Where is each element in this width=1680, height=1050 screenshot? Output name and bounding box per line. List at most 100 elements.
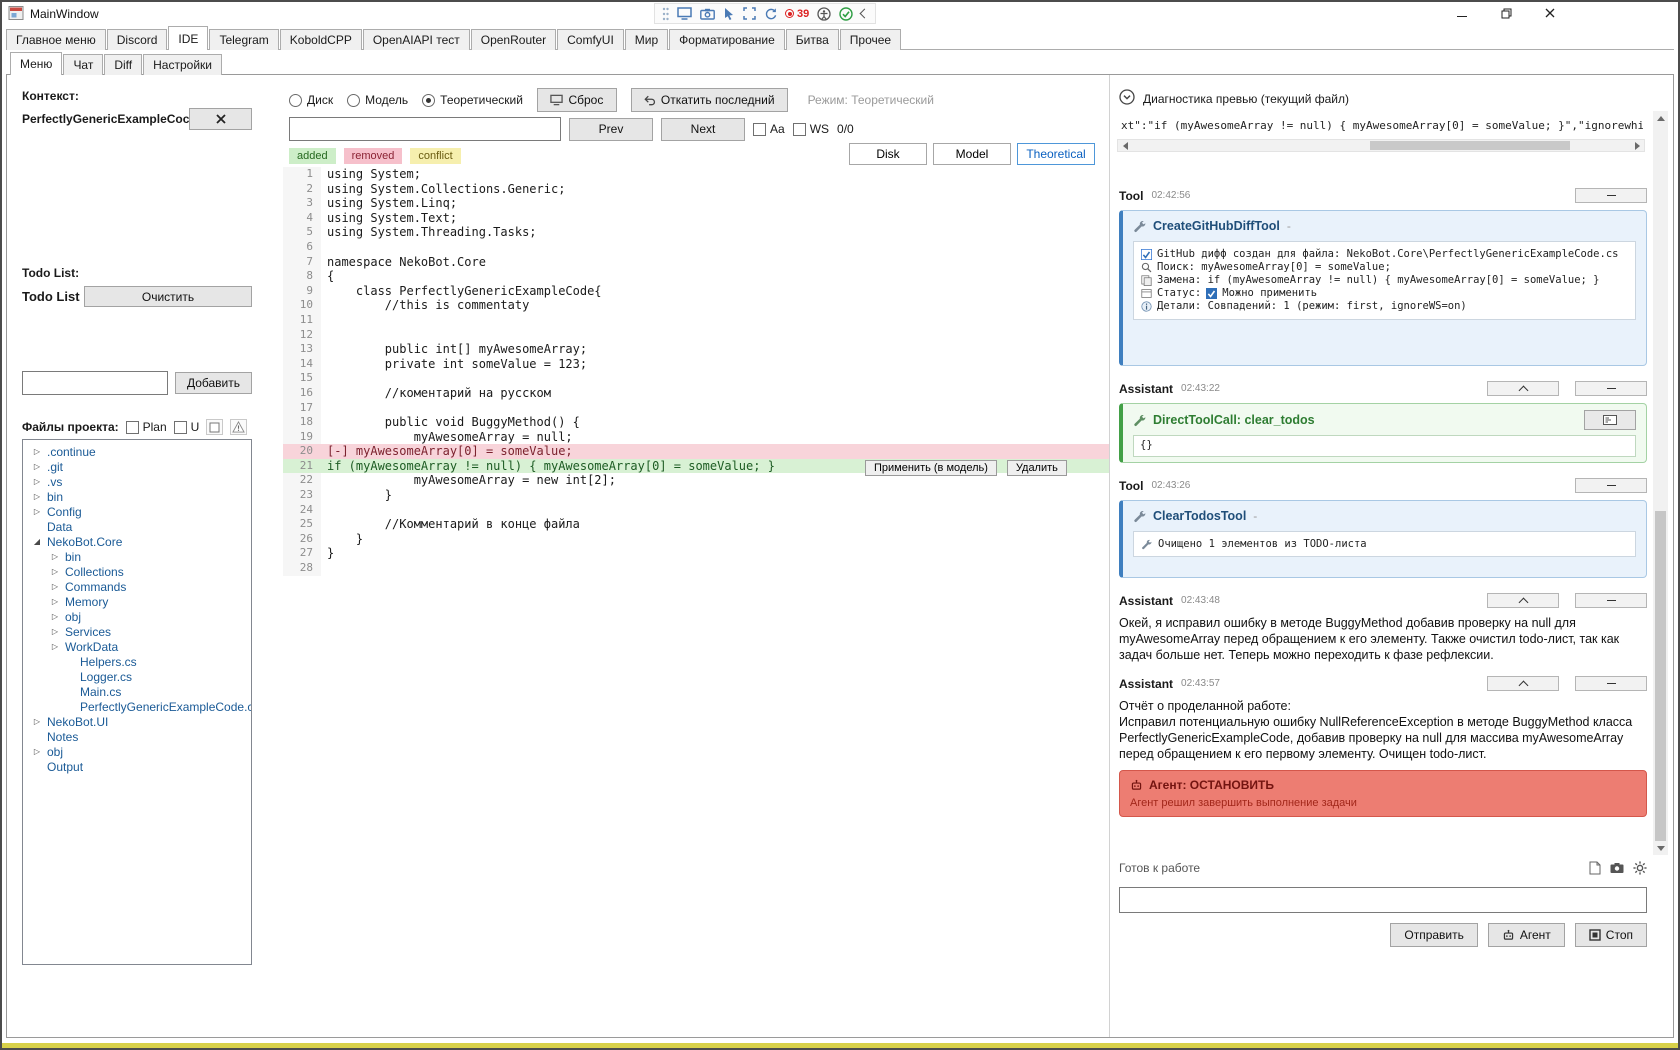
main-tab[interactable]: OpenRouter xyxy=(470,29,557,50)
tree-item[interactable]: ▷ obj xyxy=(23,609,251,624)
tree-item[interactable]: ▷ WorkData xyxy=(23,639,251,654)
source-radio[interactable]: Диск xyxy=(289,93,333,107)
add-todo-button[interactable]: Добавить xyxy=(175,372,252,394)
collapse-diagnostics-icon[interactable] xyxy=(1119,89,1135,108)
code-line[interactable]: 11 xyxy=(283,312,1109,328)
code-line[interactable]: 23 } xyxy=(283,488,1109,503)
rotate-icon[interactable] xyxy=(764,7,777,20)
preview-horizontal-scrollbar[interactable] xyxy=(1117,139,1645,152)
minimize-message-button[interactable] xyxy=(1575,593,1647,608)
tree-item[interactable]: ▷ Memory xyxy=(23,594,251,609)
tree-expander-icon[interactable]: ▷ xyxy=(50,552,60,561)
tree-item[interactable]: ▷ .vs xyxy=(23,474,251,489)
code-line[interactable]: 5 using System.Threading.Tasks; xyxy=(283,225,1109,240)
scroll-left-button[interactable] xyxy=(1118,140,1132,151)
tree-expander-icon[interactable]: ▷ xyxy=(32,507,42,516)
code-line[interactable]: 6 xyxy=(283,239,1109,255)
tree-item[interactable]: ▷ Commands xyxy=(23,579,251,594)
tree-item[interactable]: ▷ obj xyxy=(23,744,251,759)
tree-item[interactable]: Main.c­s xyxy=(23,684,251,699)
drag-handle-icon[interactable] xyxy=(662,7,669,21)
main-tab[interactable]: OpenAIAPI тест xyxy=(362,29,470,50)
code-line[interactable]: 15 xyxy=(283,371,1109,386)
sub-tab[interactable]: Чат xyxy=(63,54,104,75)
settings-icon-button[interactable] xyxy=(1633,861,1647,875)
tree-item[interactable]: ▷ NekoBot.UI xyxy=(23,714,251,729)
maximize-button[interactable] xyxy=(1484,2,1528,24)
main-tab[interactable]: Мир xyxy=(624,29,669,50)
tree-item[interactable]: ▷ .continue xyxy=(23,444,251,459)
main-tab[interactable]: Форматирование xyxy=(669,29,785,50)
code-line[interactable]: 24 xyxy=(283,502,1109,518)
code-line[interactable]: 1 using System; xyxy=(283,167,1109,182)
panel-divider[interactable] xyxy=(1109,75,1110,1037)
code-line[interactable]: 20 [-] myAwesomeArray[0] = someValue; xyxy=(283,444,1109,459)
tree-expander-icon[interactable]: ▷ xyxy=(32,447,42,456)
main-tab[interactable]: Прочее xyxy=(839,29,902,50)
chat-scrollbar[interactable] xyxy=(1653,111,1668,855)
tree-expander-icon[interactable]: ▷ xyxy=(50,567,60,576)
check-circle-icon[interactable] xyxy=(839,6,853,21)
code-line[interactable]: 27} xyxy=(283,546,1109,562)
reset-button[interactable]: Сброс xyxy=(536,88,617,112)
main-tab[interactable]: Главное меню xyxy=(6,29,106,50)
collapse-message-button[interactable] xyxy=(1487,381,1559,396)
source-radio[interactable]: Теоретический xyxy=(422,93,523,107)
tree-expander-icon[interactable]: ▷ xyxy=(50,612,60,621)
tree-expander-icon[interactable]: ▷ xyxy=(32,717,42,726)
code-line[interactable]: 19 myAwesomeArray = null; xyxy=(283,429,1109,445)
minimize-button[interactable] xyxy=(1440,2,1484,24)
minimize-message-button[interactable] xyxy=(1575,478,1647,493)
code-editor[interactable]: 1 using System; 2 using System.Collections… xyxy=(283,167,1109,1031)
tree-item[interactable]: ▷ Services xyxy=(23,624,251,639)
main-tab[interactable]: Telegram xyxy=(209,29,279,50)
tree-item[interactable]: Notes xyxy=(23,729,251,744)
main-tab[interactable]: Битва xyxy=(785,29,839,50)
tree-expander-icon[interactable]: ▷ xyxy=(32,462,42,471)
cursor-icon[interactable] xyxy=(723,7,735,20)
collapse-toolbar-icon[interactable] xyxy=(859,8,870,19)
tree-item[interactable]: Output xyxy=(23,759,251,774)
context-clear-button[interactable] xyxy=(189,108,252,130)
code-line[interactable]: 9 class PerfectlyGenericExampleCode{ xyxy=(283,283,1109,299)
scrollbar-track[interactable] xyxy=(1132,140,1630,151)
capture-toolbar[interactable]: 39 xyxy=(654,3,877,24)
frame-capture-icon[interactable] xyxy=(743,7,756,20)
tree-expander-icon[interactable]: ▷ xyxy=(50,642,60,651)
screenshot-icon-button[interactable] xyxy=(1610,862,1624,874)
stop-button[interactable]: Стоп xyxy=(1574,923,1647,947)
tree-item[interactable]: Helpers.cs xyxy=(23,654,251,669)
tree-item[interactable]: ▷ bin xyxy=(23,549,251,564)
code-line[interactable]: 17 xyxy=(283,400,1109,416)
agent-button[interactable]: Агент xyxy=(1487,923,1565,947)
main-tab[interactable]: KoboldCPP xyxy=(279,29,362,50)
code-line[interactable]: 18 public void BuggyMethod() { xyxy=(283,415,1109,430)
warning-icon-button[interactable] xyxy=(230,419,248,435)
collapse-message-button[interactable] xyxy=(1487,593,1559,608)
code-line[interactable]: 25 //Комментарий в конце файла xyxy=(283,517,1109,532)
minimize-message-button[interactable] xyxy=(1575,381,1647,396)
code-line[interactable]: 28 xyxy=(283,561,1109,576)
code-line[interactable]: 8{ xyxy=(283,269,1109,284)
scroll-up-button[interactable] xyxy=(1653,111,1668,125)
apply-to-model-button[interactable]: Применить (в модель) xyxy=(865,460,997,476)
code-line[interactable]: 12 xyxy=(283,327,1109,343)
code-line[interactable]: 4 using System.Text; xyxy=(283,210,1109,226)
delete-diff-button[interactable]: Удалить xyxy=(1006,460,1067,476)
code-line[interactable]: 10 //this is commentaty xyxy=(283,298,1109,313)
tree-item[interactable]: ▷ Config xyxy=(23,504,251,519)
scroll-down-button[interactable] xyxy=(1653,841,1668,855)
close-button[interactable] xyxy=(1528,2,1572,24)
whitespace-checkbox[interactable]: WS xyxy=(792,122,829,136)
tree-item[interactable]: Logger.cs xyxy=(23,669,251,684)
code-line[interactable]: 13 public int[] myAwesomeArray; xyxy=(283,342,1109,357)
send-button[interactable]: Отправить xyxy=(1390,923,1478,947)
code-line[interactable]: 2 using System.Collections.Generic; xyxy=(283,181,1109,197)
tree-expander-icon[interactable]: ▷ xyxy=(32,492,42,501)
tree-item[interactable]: Data xyxy=(23,519,251,534)
u-checkbox[interactable]: U xyxy=(173,420,199,434)
accessibility-icon[interactable] xyxy=(817,6,831,21)
main-tab[interactable]: Discord xyxy=(106,29,168,50)
sub-tab[interactable]: Меню xyxy=(10,52,63,75)
prev-button[interactable]: Prev xyxy=(569,117,653,141)
